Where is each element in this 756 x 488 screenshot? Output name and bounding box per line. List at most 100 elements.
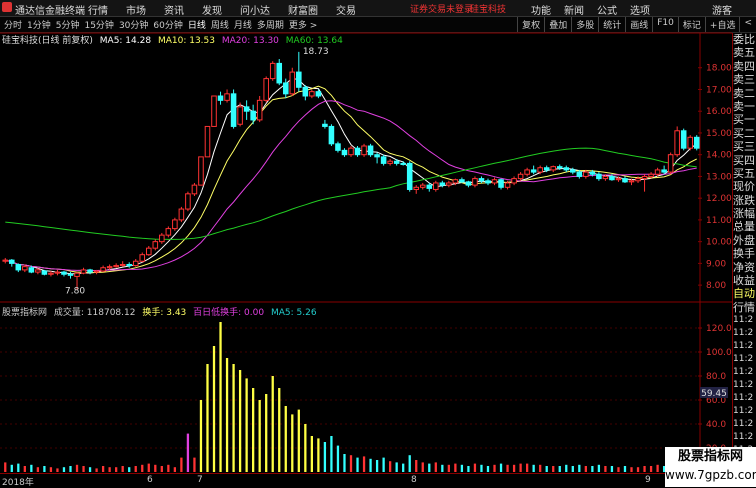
volume-bar [336,445,340,472]
volume-bar [310,436,314,472]
volume-bar [525,463,529,472]
kline-chart[interactable]: 18.00 17.00 16.00 15.00 14.00 13.00 12.00 11.00… [0,0,732,473]
quote-label: 买五 [733,166,755,180]
volume-bar [17,463,20,472]
volume-bar [545,466,548,472]
month-label: 6 [147,475,153,485]
trade-time: 11:2 [733,432,754,443]
date-axis: 2018年 6 7 8 9 [0,473,756,488]
low-annotation: 7.80 [65,286,85,296]
candle-body [322,123,328,127]
candle-body [178,208,185,221]
candle-body [256,99,263,121]
candle-body [570,169,576,173]
volume-bar [343,454,346,472]
volume-bar [506,464,509,472]
quote-label: 买二 [733,126,755,140]
candle-body [556,166,563,169]
trade-time: 11:2 [733,393,754,404]
candle-body [224,93,230,101]
ma60-line [5,147,697,240]
watermark-title: 股票指标网 [677,449,743,464]
trade-time: 11:2 [733,315,754,326]
candle-body [419,184,426,188]
candle-body [269,62,276,80]
candle-body [237,106,243,125]
volume-bar [154,464,157,472]
quote-label: 现价 [733,180,755,194]
chart-grid [0,32,732,473]
candle-body [406,162,413,190]
candle-body [478,178,485,182]
volume-bar [323,442,327,472]
candle-body [172,219,178,230]
volume-bar [212,346,216,472]
volume-bar [134,466,137,472]
candle-body [517,173,524,180]
quote-label: 涨幅 [733,207,755,221]
candle-body [198,156,204,186]
trade-time: 11:2 [733,328,754,339]
volume-bar [271,376,274,472]
candle-body [393,160,400,164]
candle-body [93,270,100,273]
volume-bar [349,455,353,472]
candle-body [589,171,596,175]
quote-label: 卖二 [733,86,755,100]
candle-body [563,167,570,171]
price-axis-label: 14.00 [706,151,732,161]
candle-body [80,269,87,274]
volume-bar [630,467,633,472]
candle-body [504,182,511,188]
volume-bar [578,464,581,472]
candle-body [22,266,28,271]
candle-body [550,166,557,171]
volume-bar [623,466,627,472]
candle-body [439,182,446,186]
candle-body [296,71,302,88]
candle-body [648,173,654,177]
volume-bar [356,457,359,472]
volume-bar [225,358,229,472]
candle-body [583,171,589,177]
volume-bar [252,388,255,472]
volume-bar [539,464,542,472]
candle-body [100,267,106,272]
tool-collapse[interactable]: < [739,17,756,32]
candle-body [661,169,667,173]
quote-label: 外盘 [733,233,755,247]
volume-bar [30,464,33,472]
candle-body [263,78,269,101]
price-axis-label: 13.00 [706,172,732,182]
candle-body [654,169,661,175]
month-label: 9 [645,475,651,485]
volume-bars [4,322,698,472]
volume-bar [284,406,287,472]
candle-body [465,181,472,186]
panel-tab[interactable]: 行情 [733,301,756,314]
candle-body [641,175,648,180]
candle-body [106,266,113,269]
candle-body [204,125,211,158]
candle-body [491,179,498,184]
ma-lines [5,77,697,275]
candle-body [28,267,35,273]
volume-bar [434,462,437,472]
candle-body [165,228,172,236]
candle-body [459,179,465,183]
volume-bar [565,464,568,472]
volume-bar [108,467,111,472]
candle-body [680,130,687,149]
volume-bar [101,466,105,472]
candle-body [309,91,315,97]
quote-label: 卖五 [733,46,755,60]
quote-label: 收益 [733,274,755,288]
price-axis-label: 18.00 [706,64,732,74]
candle-body [2,259,9,262]
volume-bar [95,468,98,472]
volume-bar [617,467,620,472]
volume-bar [375,460,379,472]
candle-body [61,271,67,275]
candle-body [622,178,628,183]
panel-tab[interactable]: 自动 [733,287,756,300]
